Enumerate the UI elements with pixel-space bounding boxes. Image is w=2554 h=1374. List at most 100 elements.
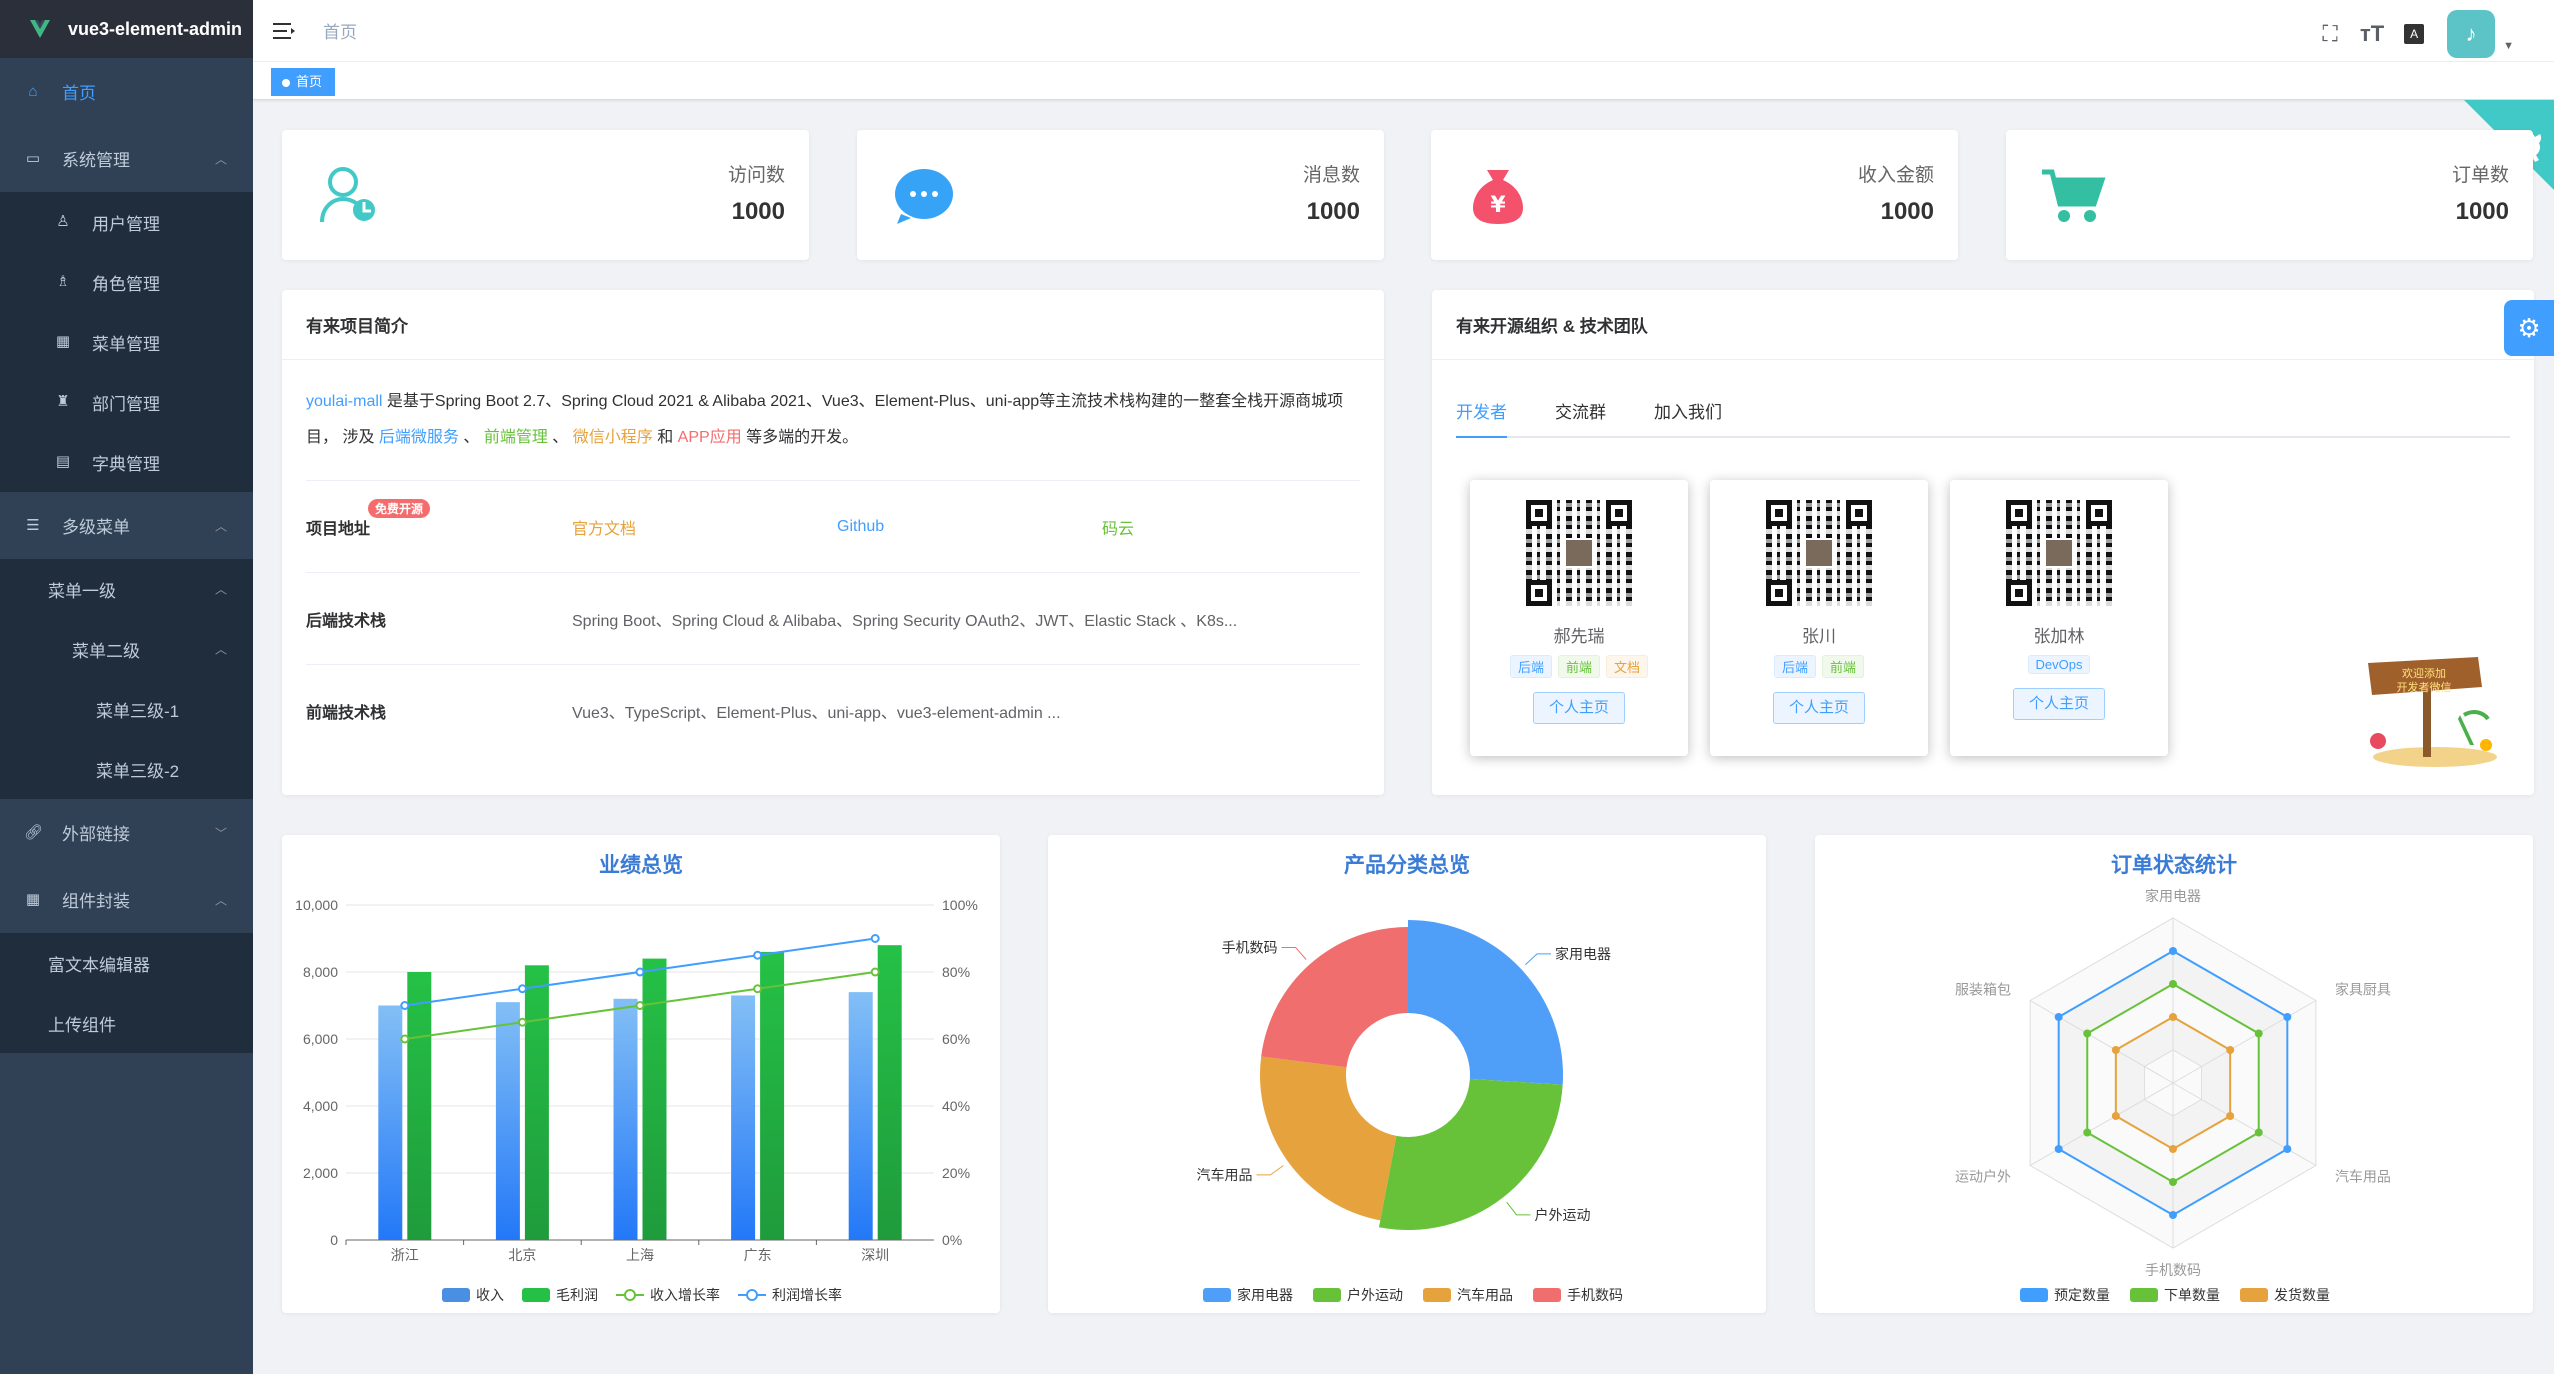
- y-tick-label: 6,000: [303, 1031, 338, 1047]
- sidebar-item-level3-2[interactable]: 菜单三级-2: [0, 739, 253, 799]
- radar-point: [2254, 1128, 2263, 1137]
- breadcrumb[interactable]: 首页: [323, 18, 357, 43]
- line-point: [517, 984, 527, 994]
- gitee-link[interactable]: 码云: [1102, 515, 1134, 539]
- sidebar-item-label: 组件封装: [62, 892, 130, 911]
- backend-link[interactable]: 后端微服务: [379, 429, 459, 446]
- vue-logo-icon: [30, 20, 50, 38]
- radar-point: [2169, 1211, 2177, 1219]
- sidebar-item-label: 上传组件: [48, 1015, 116, 1035]
- row-label: 前端技术栈: [306, 704, 387, 722]
- wechat-sign-icon[interactable]: 欢迎添加 开发者微信: [2360, 645, 2500, 770]
- qr-finder: [1766, 580, 1792, 606]
- tag-frontend: 前端: [1822, 655, 1865, 678]
- sidebar-item-level1[interactable]: 菜单一级 ︿: [0, 559, 253, 619]
- tab-developers[interactable]: 开发者: [1456, 394, 1507, 438]
- row-label: 后端技术栈: [306, 612, 387, 630]
- settings-button[interactable]: ⚙: [2504, 300, 2554, 356]
- github-link[interactable]: Github: [837, 518, 1102, 536]
- list-icon: ☰: [26, 516, 40, 534]
- pie-label-line: [1506, 1201, 1531, 1216]
- hamburger-icon[interactable]: [273, 22, 295, 40]
- sidebar-item-level2[interactable]: 菜单二级 ︿: [0, 619, 253, 679]
- legend-swatch: [442, 1288, 470, 1302]
- pie-slice: [1408, 920, 1563, 1085]
- chart-card-orders: 订单状态统计 家用电器 家具厨具 汽车用品 手机数码 运动户外 服装箱包 预定数量 下单数量发…: [1815, 835, 2533, 1313]
- project-address-row: 项目地址 免费开源 官方文档 Github 码云: [306, 480, 1360, 572]
- chevron-down-icon: ﹀: [214, 826, 227, 840]
- x-tick-label: 深圳: [861, 1247, 889, 1263]
- radar-point: [2083, 1029, 2092, 1038]
- line-point: [753, 950, 763, 960]
- qr-finder: [1766, 500, 1792, 526]
- y2-tick-label: 40%: [942, 1098, 970, 1114]
- legend-label: 下单数量: [2164, 1287, 2220, 1303]
- homepage-button[interactable]: 个人主页: [2013, 688, 2105, 720]
- legend-label: 毛利润: [556, 1287, 598, 1303]
- sidebar-item-home[interactable]: ⌂ 首页: [0, 58, 253, 125]
- sidebar-item-editor[interactable]: 富文本编辑器: [0, 933, 253, 993]
- sidebar-item-users[interactable]: ♙ 用户管理: [0, 192, 253, 252]
- components-submenu: 富文本编辑器 上传组件: [0, 933, 253, 1053]
- sidebar-item-label: 菜单三级-2: [96, 761, 180, 781]
- sidebar-item-label: 部门管理: [92, 394, 160, 414]
- line-point: [517, 1017, 527, 1027]
- chevron-up-icon: ︿: [214, 582, 227, 597]
- fullscreen-icon[interactable]: ⛶: [2309, 13, 2351, 55]
- bar-profit: [877, 945, 902, 1240]
- sidebar-item-dict[interactable]: ▤ 字典管理: [0, 432, 253, 492]
- sidebar-item-upload[interactable]: 上传组件: [0, 993, 253, 1053]
- radar-point: [2169, 980, 2177, 988]
- frontend-link[interactable]: 前端管理: [484, 429, 548, 446]
- pie-label: 户外运动: [1534, 1207, 1590, 1223]
- mini-program-link[interactable]: 微信小程序: [573, 429, 653, 446]
- developer-tags: 后端 前端 文档: [1470, 655, 1688, 678]
- font-size-icon[interactable]: ᴛT: [2351, 13, 2393, 55]
- gear-icon: ⚙: [2517, 312, 2541, 343]
- tab-groups[interactable]: 交流群: [1555, 394, 1606, 436]
- pie-slice: [1260, 1056, 1397, 1221]
- app-link[interactable]: APP应用: [678, 429, 742, 446]
- home-icon: ⌂: [28, 82, 38, 100]
- navbar-right: ⛶ ᴛT A ♪ ▼: [2309, 10, 2514, 58]
- sidebar-item-level3-1[interactable]: 菜单三级-1: [0, 679, 253, 739]
- sidebar-item-roles[interactable]: ♗ 角色管理: [0, 252, 253, 312]
- cart-icon: [2042, 169, 2106, 222]
- homepage-button[interactable]: 个人主页: [1533, 692, 1625, 724]
- pie-chart: 家用电器户外运动汽车用品手机数码家用电器 户外运动 汽车用品 手机数码: [1196, 920, 1623, 1303]
- logo[interactable]: vue3-element-admin: [0, 0, 253, 58]
- qr-code: [1526, 500, 1632, 606]
- youlai-mall-link[interactable]: youlai-mall: [306, 393, 382, 410]
- homepage-button[interactable]: 个人主页: [1773, 692, 1865, 724]
- stat-value: 1000: [1880, 198, 1934, 225]
- caret-down-icon[interactable]: ▼: [2503, 40, 2514, 52]
- radar-point: [2083, 1128, 2092, 1137]
- sidebar-item-system[interactable]: ▭ 系统管理 ︿: [0, 125, 253, 192]
- bar-revenue: [848, 992, 873, 1240]
- legend-label: 汽车用品: [1457, 1287, 1513, 1303]
- separator: 和: [652, 429, 678, 446]
- language-icon[interactable]: A: [2393, 13, 2435, 55]
- sidebar-item-components[interactable]: ▦ 组件封装 ︿: [0, 866, 253, 933]
- system-submenu: ♙ 用户管理 ♗ 角色管理 ▦ 菜单管理 ♜ 部门管理 ▤ 字典管理: [0, 192, 253, 492]
- sidebar-item-multi[interactable]: ☰ 多级菜单 ︿: [0, 492, 253, 559]
- sidebar-item-menus[interactable]: ▦ 菜单管理: [0, 312, 253, 372]
- sign-line-1: 欢迎添加: [2402, 666, 2446, 680]
- x-tick-label: 上海: [626, 1247, 654, 1263]
- legend-swatch: [1423, 1288, 1451, 1302]
- grid-icon: ▦: [25, 890, 41, 908]
- bar-profit: [524, 965, 549, 1240]
- avatar[interactable]: ♪: [2447, 10, 2496, 58]
- tag-home[interactable]: 首页: [271, 68, 336, 96]
- tab-join[interactable]: 加入我们: [1654, 394, 1722, 436]
- sidebar-item-label: 外部链接: [62, 825, 130, 844]
- message-icon: [895, 169, 953, 224]
- stat-value: 1000: [1306, 198, 1360, 225]
- legend-label: 收入增长率: [650, 1287, 720, 1303]
- radar-indicator-label: 家具厨具: [2335, 982, 2391, 998]
- sidebar-item-departments[interactable]: ♜ 部门管理: [0, 372, 253, 432]
- docs-link[interactable]: 官方文档: [572, 515, 837, 539]
- qr-code: [1766, 500, 1872, 606]
- chevron-up-icon: ︿: [214, 152, 227, 166]
- sidebar-item-external[interactable]: 🔗︎ 外部链接 ﹀: [0, 799, 253, 866]
